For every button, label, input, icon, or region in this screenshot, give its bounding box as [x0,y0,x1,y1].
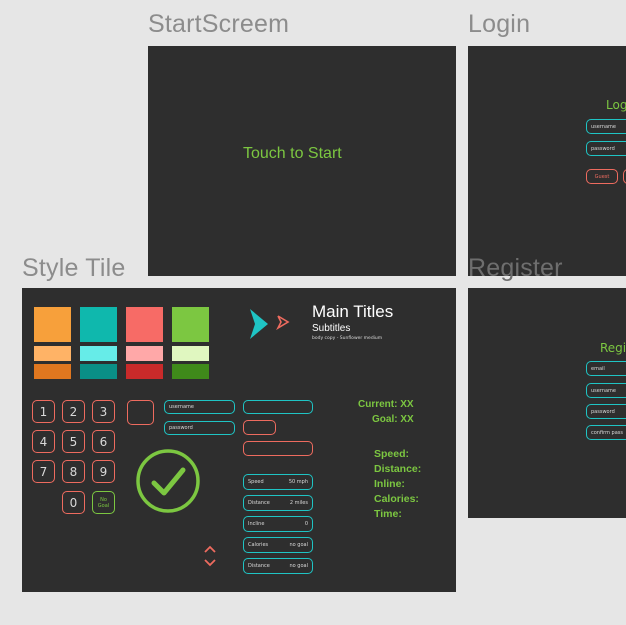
start-screen-frame[interactable]: Touch to Start [148,46,456,276]
stat-incline-label: Incline [248,521,265,527]
stat-distance-goal-field[interactable]: Distance no goal [243,558,313,574]
metric-inline: Inline: [374,478,405,490]
login-password-field[interactable]: password [586,141,626,156]
sample-button-wide[interactable] [243,441,313,456]
style-tile-frame[interactable]: Main Titles Subtitles body copy - Sunflo… [22,288,456,592]
register-password-label: password [591,408,615,415]
swatch-teal [80,307,117,342]
chevron-right-icon [250,309,268,339]
metric-distance: Distance: [374,463,422,475]
swatch-green-light [172,346,209,361]
subtitles-sample: Subtitles [312,323,351,334]
register-confirm-field[interactable]: confirm pass [586,425,626,440]
register-password-field[interactable]: password [586,404,626,419]
chevron-down-icon[interactable] [203,558,217,568]
swatch-coral [126,307,163,342]
guest-button-label: Guest [594,173,610,180]
metric-calories: Calories: [374,493,419,505]
style-password-field[interactable]: password [164,421,235,435]
style-username-label: username [169,404,194,410]
keypad-key-5[interactable]: 5 [62,430,85,453]
stat-calories-label: Calories [248,542,269,548]
swatch-orange-dark [34,364,71,379]
keypad-key-9[interactable]: 9 [92,460,115,483]
stat-calories-value: no goal [289,542,308,548]
stat-incline-value: 0 [304,521,308,527]
main-titles-sample: Main Titles [312,302,394,321]
body-copy-sample: body copy - Sunflower medium [312,336,383,341]
stat-calories-field[interactable]: Calories no goal [243,537,313,553]
check-circle-icon [136,449,200,513]
keypad-key-0[interactable]: 0 [62,491,85,514]
metric-speed: Speed: [374,448,410,460]
register-email-label: email [591,365,605,372]
keypad-key-2[interactable]: 2 [62,400,85,423]
guest-button[interactable]: Guest [586,169,618,184]
keypad-blank-button[interactable] [127,400,154,425]
stat-speed-value: 50 mph [288,479,308,485]
stat-distance-value: 2 miles [289,500,308,506]
swatch-teal-light [80,346,117,361]
login-title: Logi [606,98,626,112]
stat-speed-field[interactable]: Speed 50 mph [243,474,313,490]
login-frame[interactable]: Logi username password Guest [468,46,626,276]
stat-distance-field[interactable]: Distance 2 miles [243,495,313,511]
start-frame-label: StartScreem [148,10,290,38]
sample-button-small[interactable] [243,420,276,435]
swatch-orange [34,307,71,342]
style-password-label: password [169,425,193,431]
current-readout: Current: XX [358,399,414,410]
keypad-key-8[interactable]: 8 [62,460,85,483]
login-password-label: password [591,145,615,152]
style-username-field[interactable]: username [164,400,235,414]
stat-speed-label: Speed [248,479,264,485]
register-username-label: username [591,387,616,394]
keypad-key-3[interactable]: 3 [92,400,115,423]
keypad-key-7[interactable]: 7 [32,460,55,483]
no-goal-button[interactable]: No Goal [92,491,115,514]
swatch-orange-light [34,346,71,361]
swatch-coral-light [126,346,163,361]
register-frame[interactable]: Regis email username password confirm pa… [468,288,626,518]
stat-incline-field[interactable]: Incline 0 [243,516,313,532]
register-title: Regis [600,341,626,355]
register-email-field[interactable]: email [586,361,626,376]
swatch-coral-dark [126,364,163,379]
goal-readout: Goal: XX [372,414,414,425]
register-username-field[interactable]: username [586,383,626,398]
stat-distance-goal-value: no goal [289,563,308,569]
stat-distance-label: Distance [248,500,270,506]
login-frame-label: Login [468,10,531,38]
swatch-teal-dark [80,364,117,379]
login-username-label: username [591,123,616,130]
login-username-field[interactable]: username [586,119,626,134]
keypad-key-4[interactable]: 4 [32,430,55,453]
style-tile-frame-label: Style Tile [22,254,126,282]
touch-to-start-text[interactable]: Touch to Start [243,145,342,163]
chevron-small-icon [276,315,290,330]
register-frame-label: Register [468,254,563,282]
sample-input-teal[interactable] [243,400,313,414]
register-confirm-label: confirm pass [591,429,624,436]
swatch-green-dark [172,364,209,379]
metric-time: Time: [374,508,402,520]
swatch-green [172,307,209,342]
chevron-up-icon[interactable] [203,544,217,554]
keypad-key-6[interactable]: 6 [92,430,115,453]
keypad-key-1[interactable]: 1 [32,400,55,423]
stat-distance-goal-label: Distance [248,563,270,569]
